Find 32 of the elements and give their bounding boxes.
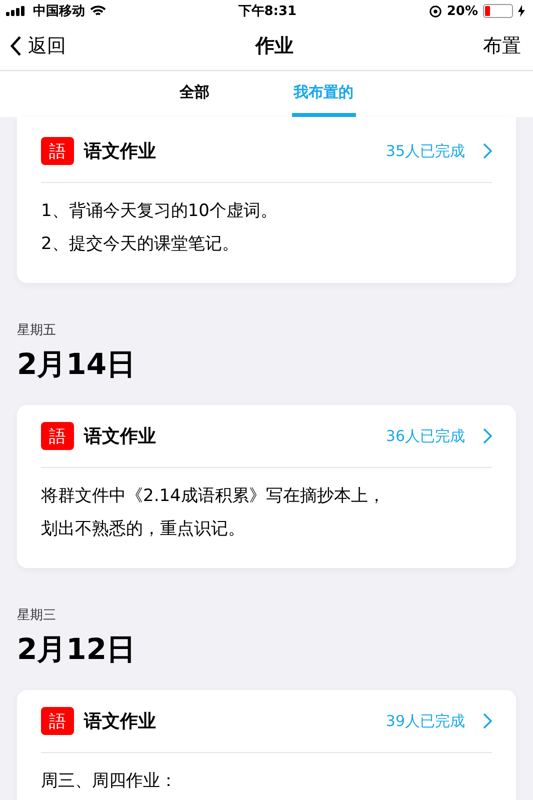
homework-text: 将群文件中《2.14成语积累》写在摘抄本上， bbox=[41, 485, 386, 508]
back-button[interactable]: 返回 bbox=[10, 33, 66, 59]
homework-text: 1、背诵今天复习的10个虚词。 bbox=[41, 200, 278, 223]
battery-icon bbox=[483, 4, 513, 18]
subject-icon: 語 bbox=[41, 137, 74, 165]
chevron-right-icon bbox=[483, 428, 492, 444]
carrier-name: 中国移动 bbox=[33, 3, 85, 20]
subject-title: 语文作业 bbox=[84, 425, 157, 448]
weekday-label: 星期三 bbox=[17, 607, 57, 624]
wifi-icon bbox=[90, 5, 106, 17]
subject-icon: 語 bbox=[41, 422, 74, 450]
homework-text: 2、提交今天的课堂笔记。 bbox=[41, 233, 240, 256]
subject-title: 语文作业 bbox=[84, 140, 157, 163]
subject-icon: 語 bbox=[41, 707, 74, 735]
homework-text: 周三、周四作业： bbox=[41, 770, 178, 793]
page-title: 作业 bbox=[256, 34, 294, 59]
subject-title: 语文作业 bbox=[84, 710, 157, 733]
charging-bolt-icon bbox=[518, 5, 525, 17]
chevron-right-icon bbox=[483, 713, 492, 729]
homework-card[interactable]: 語 语文作业 36人已完成 将群文件中《2.14成语积累》写在摘抄本上， 划出不熟悉的，重点识记。 bbox=[17, 405, 516, 568]
tab[interactable]: 全部 bbox=[178, 71, 212, 117]
date-heading: 2月14日 bbox=[17, 346, 137, 383]
chevron-right-icon bbox=[483, 143, 492, 159]
homework-card[interactable]: 語 语文作业 39人已完成 周三、周四作业： bbox=[17, 690, 516, 800]
status-time: 下午8:31 bbox=[238, 3, 297, 20]
weekday-label: 星期五 bbox=[17, 322, 57, 339]
homework-card[interactable]: 語 语文作业 35人已完成 1、背诵今天复习的10个虚词。 2、提交今天的课堂笔记。 bbox=[17, 117, 516, 283]
assign-button[interactable]: 布置 bbox=[483, 33, 521, 59]
chevron-left-icon bbox=[10, 35, 22, 57]
date-heading: 2月12日 bbox=[17, 631, 137, 668]
battery-percent: 20% bbox=[446, 4, 478, 18]
homework-text: 划出不熟悉的，重点识记。 bbox=[41, 518, 246, 541]
